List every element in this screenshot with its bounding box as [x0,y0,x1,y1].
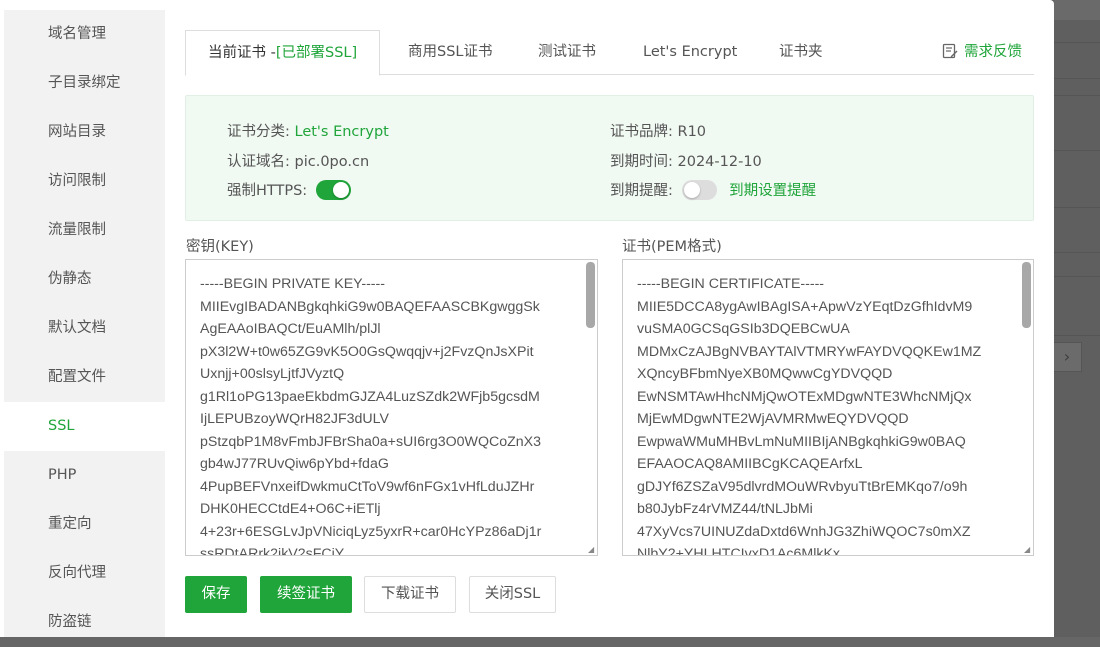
ssl-panel: 当前证书 -[已部署SSL] 商用SSL证书 测试证书 Let's Encryp… [185,30,1034,221]
cert-category-label: 证书分类: [227,124,290,140]
cert-domain: 认证域名: pic.0po.cn [227,150,369,171]
settings-sidebar: 域名管理 子目录绑定 网站目录 访问限制 流量限制 伪静态 默认文档 配置文件 … [4,10,165,637]
certificate-text: -----BEGIN CERTIFICATE----- MIIE5DCCA8yg… [637,276,982,556]
renew-cert-button[interactable]: 续签证书 [260,576,352,613]
certificate-textarea[interactable]: -----BEGIN CERTIFICATE----- MIIE5DCCA8yg… [622,259,1034,556]
feedback-link[interactable]: 需求反馈 [942,30,1022,74]
force-https-toggle[interactable] [315,180,351,200]
sidebar-item-redirect[interactable]: 重定向 [4,500,165,549]
sidebar-item-php[interactable]: PHP [4,451,165,500]
sidebar-item-access-limit[interactable]: 访问限制 [4,157,165,206]
sidebar-item-config-file[interactable]: 配置文件 [4,353,165,402]
sidebar-item-subdir[interactable]: 子目录绑定 [4,59,165,108]
cert-brand-label: 证书品牌: [610,124,673,140]
tab-test-cert[interactable]: 测试证书 [538,30,596,75]
cert-domain-value: pic.0po.cn [294,154,370,170]
cert-info-panel: 证书分类: Let's Encrypt 证书品牌: R10 认证域名: pic.… [185,95,1034,221]
private-key-text: -----BEGIN PRIVATE KEY----- MIIEvgIBADAN… [200,276,542,556]
feedback-label: 需求反馈 [964,44,1022,60]
sidebar-item-ssl[interactable]: SSL [4,402,165,451]
force-https: 强制HTTPS: [227,179,351,200]
cert-expiry-label: 到期时间: [610,154,673,170]
cert-domain-label: 认证域名: [227,154,290,170]
sidebar-item-hotlink[interactable]: 防盗链 [4,598,165,647]
tab-letsencrypt[interactable]: Let's Encrypt [643,30,737,75]
force-https-label: 强制HTTPS: [227,183,308,199]
save-button[interactable]: 保存 [185,576,247,613]
key-resize-handle[interactable]: ◢ [588,546,596,554]
key-label: 密钥(KEY) [186,239,254,255]
sidebar-item-site-dir[interactable]: 网站目录 [4,108,165,157]
private-key-textarea[interactable]: -----BEGIN PRIVATE KEY----- MIIEvgIBADAN… [185,259,598,556]
tab-current-cert-label: 当前证书 - [208,45,276,61]
sidebar-item-reverse-proxy[interactable]: 反向代理 [4,549,165,598]
set-reminder-link[interactable]: 到期设置提醒 [729,183,816,199]
expiry-reminder: 到期提醒: 到期设置提醒 [610,179,816,200]
cert-brand: 证书品牌: R10 [610,120,706,141]
cert-brand-value: R10 [677,124,707,140]
close-ssl-button[interactable]: 关闭SSL [469,576,556,613]
tab-commercial-ssl[interactable]: 商用SSL证书 [408,30,493,75]
cert-expiry: 到期时间: 2024-12-10 [610,150,762,171]
tab-cert-folder[interactable]: 证书夹 [779,30,823,75]
key-scrollbar[interactable] [586,262,595,328]
sidebar-item-rewrite[interactable]: 伪静态 [4,255,165,304]
deployed-status: [已部署SSL] [275,45,358,61]
edit-note-icon [942,43,958,59]
cert-resize-handle[interactable]: ◢ [1024,546,1032,554]
cert-scrollbar[interactable] [1022,262,1031,328]
ssl-tabs: 当前证书 -[已部署SSL] 商用SSL证书 测试证书 Let's Encryp… [185,30,1034,76]
cert-category-value: Let's Encrypt [294,124,389,140]
cert-category: 证书分类: Let's Encrypt [227,120,389,141]
tab-current-cert[interactable]: 当前证书 -[已部署SSL] [185,30,381,76]
download-cert-button[interactable]: 下载证书 [364,576,456,613]
sidebar-item-default-doc[interactable]: 默认文档 [4,304,165,353]
expiry-reminder-label: 到期提醒: [610,183,673,199]
backdrop-chevron-right-icon: › [1052,342,1082,372]
site-settings-modal: 域名管理 子目录绑定 网站目录 访问限制 流量限制 伪静态 默认文档 配置文件 … [0,0,1054,637]
cert-label: 证书(PEM格式) [622,239,722,255]
sidebar-item-domain[interactable]: 域名管理 [4,10,165,59]
cert-expiry-value: 2024-12-10 [677,154,762,170]
sidebar-item-traffic-limit[interactable]: 流量限制 [4,206,165,255]
expiry-reminder-toggle[interactable] [681,180,717,200]
